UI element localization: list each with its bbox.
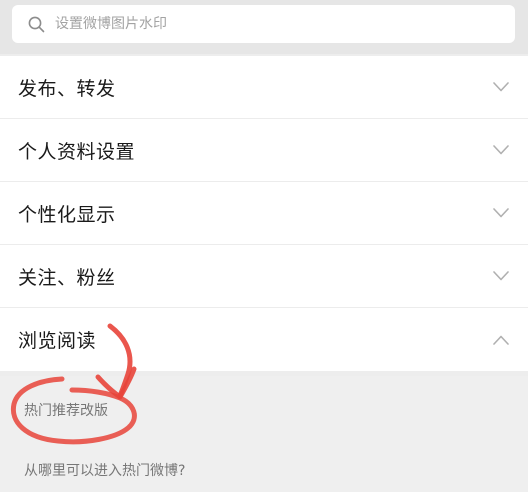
chevron-up-icon (493, 335, 509, 345)
section-row-publish-forward[interactable]: 发布、转发 (0, 56, 528, 119)
section-label: 关注、粉丝 (18, 266, 116, 289)
search-box[interactable] (12, 5, 515, 43)
section-row-browse-reading[interactable]: 浏览阅读 (0, 308, 528, 371)
chevron-down-icon (493, 145, 509, 155)
faq-link-hot-recommend-redesign[interactable]: 热门推荐改版 (24, 400, 108, 420)
section-label: 个性化显示 (18, 203, 116, 226)
section-row-follow-fans[interactable]: 关注、粉丝 (0, 245, 528, 308)
chevron-down-icon (493, 208, 509, 218)
settings-faq-list: 发布、转发 个人资料设置 个性化显示 关注、粉丝 浏览阅读 (0, 56, 528, 371)
search-icon (28, 16, 45, 32)
chevron-down-icon (493, 271, 509, 281)
section-label: 个人资料设置 (18, 140, 136, 163)
chevron-down-icon (493, 82, 509, 92)
section-label: 发布、转发 (18, 77, 116, 100)
search-input[interactable] (55, 16, 475, 32)
browse-reading-expanded-list: 热门推荐改版 从哪里可以进入热门微博? (0, 376, 528, 492)
section-row-personalized-display[interactable]: 个性化显示 (0, 182, 528, 245)
section-label: 浏览阅读 (18, 330, 97, 352)
section-row-profile-settings[interactable]: 个人资料设置 (0, 119, 528, 182)
faq-link-enter-hot-weibo[interactable]: 从哪里可以进入热门微博? (24, 460, 185, 480)
search-bar-container (0, 0, 528, 54)
